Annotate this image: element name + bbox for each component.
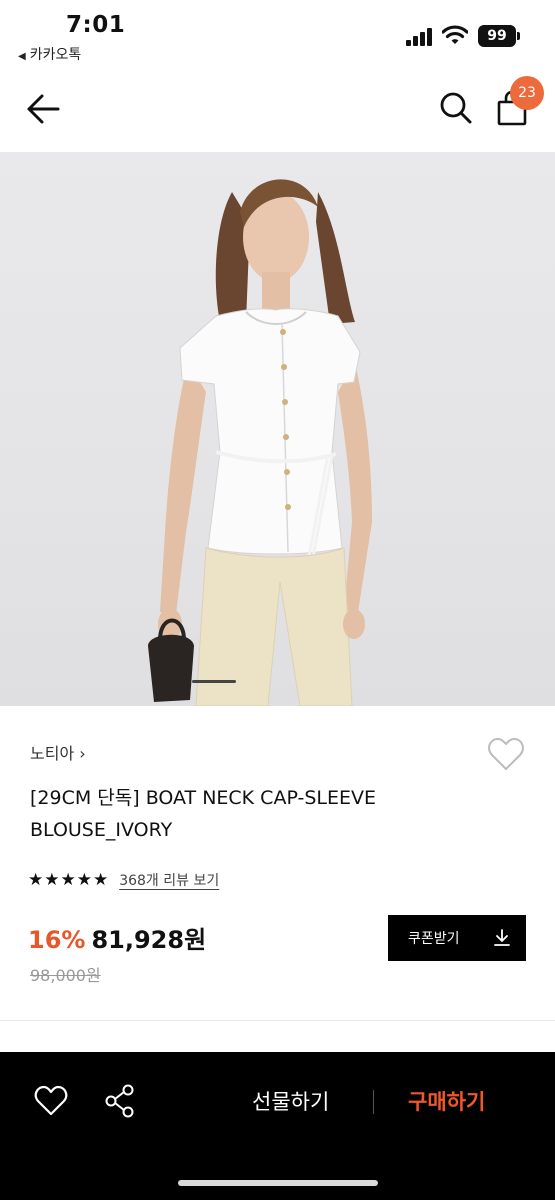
heart-icon[interactable]: [34, 1085, 68, 1117]
search-icon[interactable]: [438, 90, 474, 126]
signal-icon: [406, 28, 434, 46]
sale-price: 81,928원: [91, 926, 207, 954]
bottom-bar-separator: [373, 1090, 374, 1114]
product-photo: [148, 179, 372, 706]
download-icon: [494, 929, 510, 946]
wifi-icon: [442, 25, 468, 44]
status-bar: 7:01 ◀ 카카오톡 99: [0, 0, 555, 70]
coupon-label: 쿠폰받기: [408, 931, 460, 947]
product-title-line2: BLOUSE_IVORY: [30, 819, 173, 841]
product-image-gallery[interactable]: [0, 152, 555, 706]
original-price: 98,000원: [30, 966, 101, 985]
bottom-action-bar: 선물하기 구매하기: [0, 1052, 555, 1200]
section-divider: [0, 1020, 555, 1021]
rating-stars: ★★★★★: [28, 870, 110, 890]
top-nav: 23: [0, 70, 555, 152]
gift-button[interactable]: 선물하기: [252, 1086, 329, 1116]
back-app-label: 카카오톡: [29, 47, 82, 63]
discount-rate: 16%: [28, 926, 86, 954]
price-row: 16% 81,928원: [28, 920, 206, 956]
share-icon[interactable]: [104, 1084, 136, 1118]
brand-link[interactable]: 노티아 ›: [30, 740, 86, 764]
heart-icon[interactable]: [487, 736, 525, 772]
back-to-app-link[interactable]: ◀ 카카오톡: [18, 44, 81, 64]
product-title-line1: [29CM 단독] BOAT NECK CAP-SLEEVE: [30, 787, 376, 809]
coupon-button[interactable]: 쿠폰받기: [388, 915, 526, 961]
back-triangle-icon: ◀: [18, 51, 26, 62]
status-time: 7:01: [66, 12, 126, 38]
buy-button[interactable]: 구매하기: [408, 1086, 485, 1116]
rating-row: ★★★★★ 368개 리뷰 보기: [28, 868, 219, 892]
cart-count-badge: 23: [510, 76, 544, 110]
home-indicator[interactable]: [178, 1180, 378, 1186]
gallery-page-indicator: [192, 680, 236, 683]
product-title: [29CM 단독] BOAT NECK CAP-SLEEVE BLOUSE_IV…: [30, 782, 490, 846]
battery-indicator: 99: [478, 25, 520, 47]
review-link[interactable]: 368개 리뷰 보기: [119, 870, 219, 890]
back-arrow-icon[interactable]: [24, 92, 62, 126]
